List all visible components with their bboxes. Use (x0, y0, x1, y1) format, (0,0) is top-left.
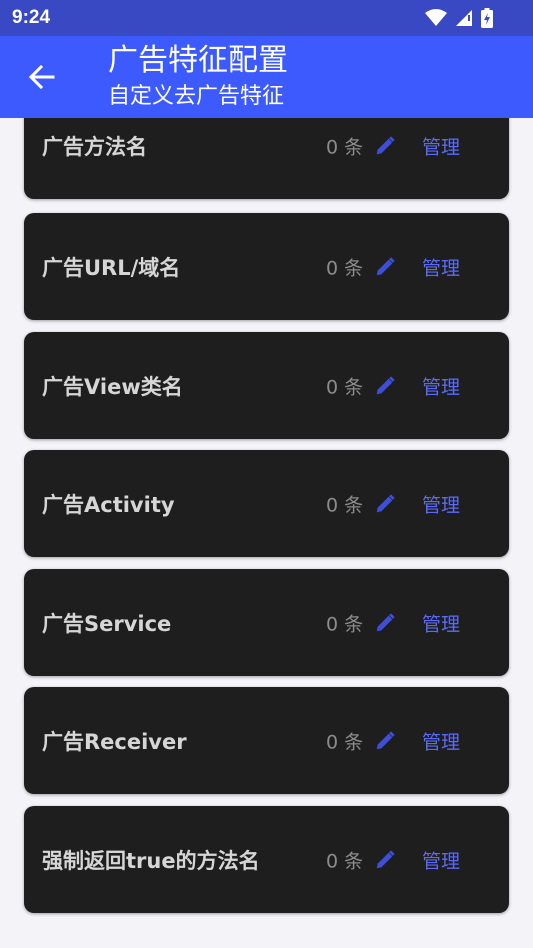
feature-list[interactable]: 广告方法名 0 条 管理 广告URL/域名 0 条 管理 广告View类名 0 … (0, 118, 533, 948)
item-count: 0 条 (326, 850, 364, 872)
edit-icon[interactable] (374, 375, 396, 397)
item-count: 0 条 (326, 376, 364, 398)
manage-button[interactable]: 管理 (422, 253, 460, 280)
item-label: 广告方法名 (42, 134, 147, 159)
item-label: 强制返回true的方法名 (42, 848, 260, 873)
edit-icon[interactable] (374, 730, 396, 752)
edit-icon[interactable] (374, 493, 396, 515)
status-time: 9:24 (12, 7, 51, 28)
page-title: 广告特征配置 (108, 43, 288, 78)
item-count: 0 条 (326, 731, 364, 753)
back-button[interactable] (26, 61, 58, 93)
list-item-ad-method[interactable]: 广告方法名 0 条 管理 (24, 118, 509, 199)
item-label: 广告Service (42, 611, 172, 636)
manage-button[interactable]: 管理 (422, 609, 460, 636)
item-count: 0 条 (326, 494, 364, 516)
status-bar: 9:24 (0, 0, 533, 36)
edit-icon[interactable] (374, 849, 396, 871)
item-count: 0 条 (326, 136, 364, 158)
manage-button[interactable]: 管理 (422, 132, 460, 159)
manage-button[interactable]: 管理 (422, 846, 460, 873)
item-label: 广告URL/域名 (42, 255, 181, 280)
item-count: 0 条 (326, 257, 364, 279)
list-item-ad-service[interactable]: 广告Service 0 条 管理 (24, 569, 509, 676)
item-label: 广告Receiver (42, 729, 187, 754)
signal-icon (456, 10, 472, 26)
edit-icon[interactable] (374, 256, 396, 278)
manage-button[interactable]: 管理 (422, 727, 460, 754)
list-item-ad-activity[interactable]: 广告Activity 0 条 管理 (24, 450, 509, 557)
manage-button[interactable]: 管理 (422, 372, 460, 399)
list-item-ad-receiver[interactable]: 广告Receiver 0 条 管理 (24, 687, 509, 794)
item-label: 广告Activity (42, 492, 175, 517)
wifi-icon (425, 9, 447, 26)
list-item-ad-view[interactable]: 广告View类名 0 条 管理 (24, 332, 509, 439)
app-bar: 广告特征配置 自定义去广告特征 (0, 36, 533, 118)
battery-charging-icon (481, 8, 493, 28)
arrow-back-icon (28, 64, 55, 90)
edit-icon[interactable] (374, 135, 396, 157)
item-count: 0 条 (326, 613, 364, 635)
edit-icon[interactable] (374, 612, 396, 634)
manage-button[interactable]: 管理 (422, 490, 460, 517)
item-label: 广告View类名 (42, 374, 183, 399)
list-item-ad-url[interactable]: 广告URL/域名 0 条 管理 (24, 213, 509, 320)
status-icons (425, 8, 493, 28)
list-item-force-true[interactable]: 强制返回true的方法名 0 条 管理 (24, 806, 509, 913)
page-subtitle: 自定义去广告特征 (108, 84, 285, 109)
